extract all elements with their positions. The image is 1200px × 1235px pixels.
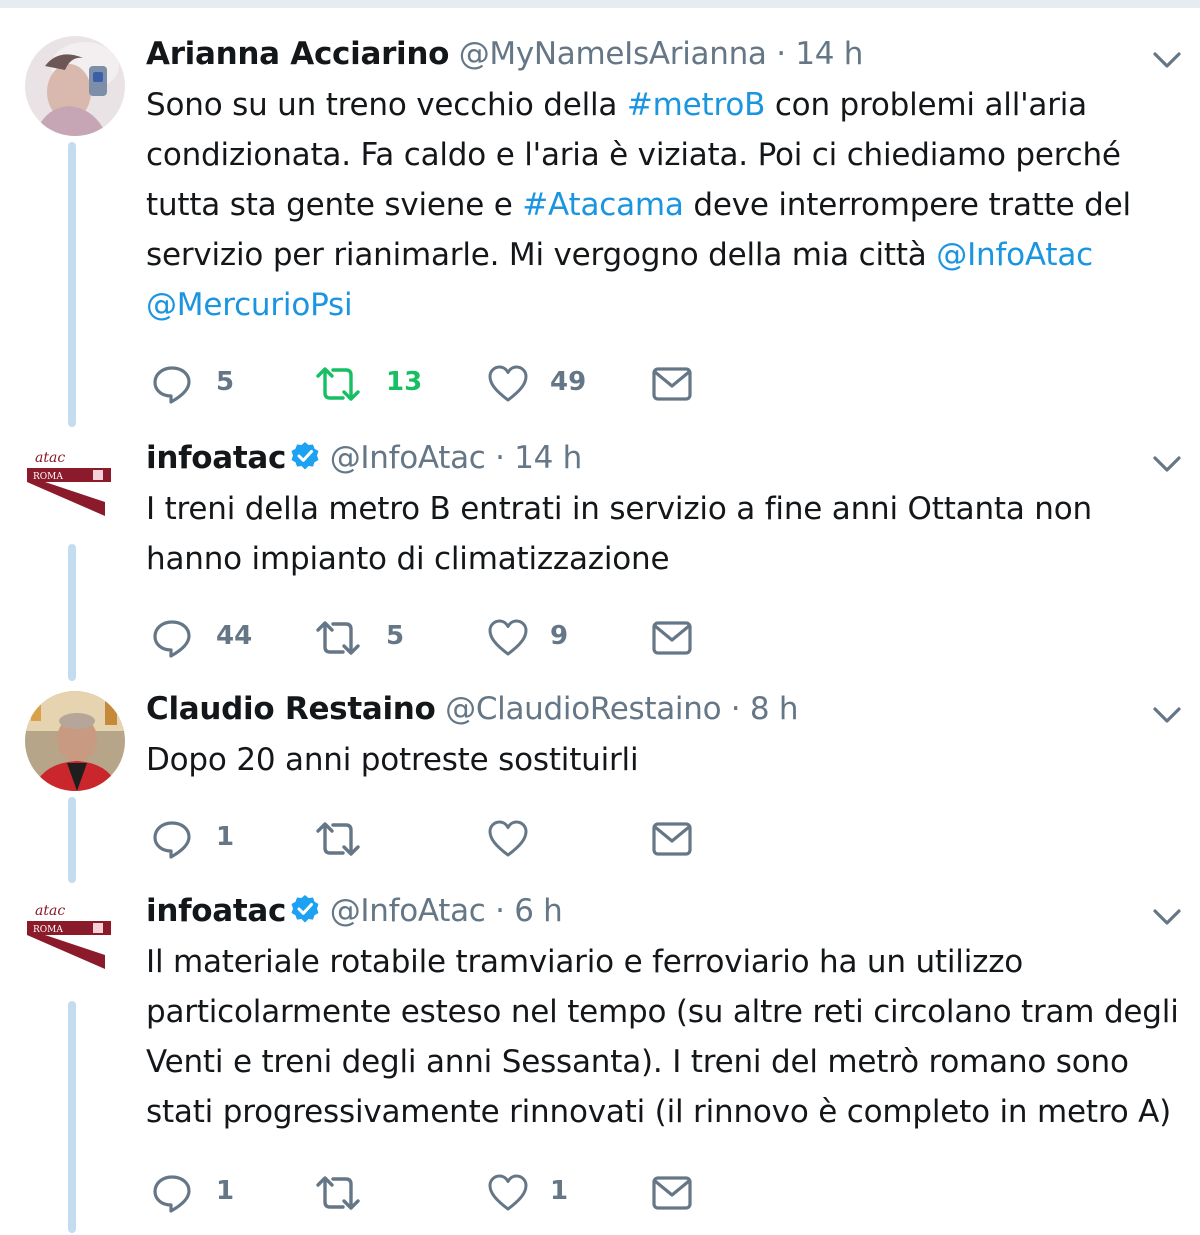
tweet-text: I treni della metro B entrati in servizi… (146, 491, 1092, 577)
retweet-count: 13 (386, 367, 423, 397)
thread-line (68, 1001, 76, 1233)
tweet-text: Il materiale rotabile tramviario e ferro… (146, 944, 1179, 1130)
avatar[interactable] (25, 36, 125, 136)
author-name[interactable]: Claudio Restaino (146, 691, 436, 727)
reply-count: 1 (216, 822, 235, 852)
chevron-down-icon[interactable] (1152, 705, 1182, 725)
author-handle[interactable]: @InfoAtac (330, 893, 486, 929)
hashtag-link[interactable]: #metroB (627, 87, 765, 123)
tweet[interactable]: atac ROMA infoatac @InfoAtac · 14 h I tr… (0, 440, 1200, 685)
like-icon (486, 817, 530, 861)
tweet[interactable]: atac ROMA infoatac @InfoAtac · 6 h Il ma… (0, 893, 1200, 1233)
timestamp[interactable]: 14 h (514, 440, 582, 476)
logo-city: ROMA (33, 472, 63, 482)
mention-link[interactable]: @MercurioPsi (146, 287, 353, 323)
tweet-header: infoatac @InfoAtac · 6 h (146, 891, 563, 931)
chevron-down-icon[interactable] (1152, 454, 1182, 474)
author-name[interactable]: infoatac (146, 440, 286, 476)
like-icon (486, 362, 530, 406)
tweet-header: infoatac @InfoAtac · 14 h (146, 438, 582, 478)
like-count: 49 (550, 367, 587, 397)
verified-badge-icon (290, 894, 320, 924)
tweet[interactable]: Claudio Restaino @ClaudioRestaino · 8 h … (0, 691, 1200, 887)
atac-logo-avatar[interactable]: atac ROMA (25, 893, 125, 993)
separator: · (495, 440, 505, 476)
chevron-down-icon[interactable] (1152, 907, 1182, 927)
timestamp[interactable]: 6 h (514, 893, 563, 929)
retweet-icon (312, 616, 364, 660)
reply-icon (150, 817, 194, 861)
like-icon (486, 616, 530, 660)
top-bar (0, 0, 1200, 8)
retweet-icon (312, 817, 364, 861)
reply-icon (150, 1171, 194, 1215)
author-handle[interactable]: @InfoAtac (330, 440, 486, 476)
reply-icon (150, 362, 194, 406)
like-count: 9 (550, 621, 569, 651)
tweet-text: Dopo 20 anni potreste sostituirli (146, 742, 639, 778)
tweet-header: Claudio Restaino @ClaudioRestaino · 8 h (146, 689, 799, 729)
reply-count: 44 (216, 621, 253, 651)
separator: · (730, 691, 741, 727)
direct-message-icon (650, 362, 694, 406)
timestamp[interactable]: 8 h (750, 691, 799, 727)
reply-count: 5 (216, 367, 235, 397)
retweet-count: 5 (386, 621, 405, 651)
author-name[interactable]: Arianna Acciarino (146, 36, 449, 72)
tweet-header: Arianna Acciarino @MyNameIsArianna · 14 … (146, 34, 863, 74)
direct-message-icon (650, 1171, 694, 1215)
logo-brand: atac (35, 903, 65, 919)
logo-city: ROMA (33, 925, 63, 935)
thread-line (68, 142, 76, 427)
direct-message-icon (650, 616, 694, 660)
author-name[interactable]: infoatac (146, 893, 286, 929)
like-count: 1 (550, 1176, 569, 1206)
atac-logo-avatar[interactable]: atac ROMA (25, 440, 125, 540)
thread-line (68, 797, 76, 883)
chevron-down-icon[interactable] (1152, 50, 1182, 70)
direct-message-icon (650, 817, 694, 861)
logo-brand: atac (35, 450, 65, 466)
verified-badge-icon (290, 441, 320, 471)
separator: · (776, 36, 786, 72)
retweet-icon (312, 1171, 364, 1215)
author-handle[interactable]: @MyNameIsArianna (459, 36, 767, 72)
tweet-text: Sono su un treno vecchio della #metroB c… (146, 80, 1186, 330)
mention-link[interactable]: @InfoAtac (936, 237, 1093, 273)
avatar[interactable] (25, 691, 125, 791)
reply-count: 1 (216, 1176, 235, 1206)
author-handle[interactable]: @ClaudioRestaino (445, 691, 721, 727)
separator: · (495, 893, 505, 929)
hashtag-link[interactable]: #Atacama (522, 187, 684, 223)
tweet[interactable]: Arianna Acciarino @MyNameIsArianna · 14 … (0, 36, 1200, 431)
retweet-icon (312, 362, 364, 406)
thread-line (68, 544, 76, 681)
timestamp[interactable]: 14 h (795, 36, 863, 72)
text-segment: Sono su un treno vecchio della (146, 87, 627, 123)
like-icon (486, 1171, 530, 1215)
reply-icon (150, 616, 194, 660)
